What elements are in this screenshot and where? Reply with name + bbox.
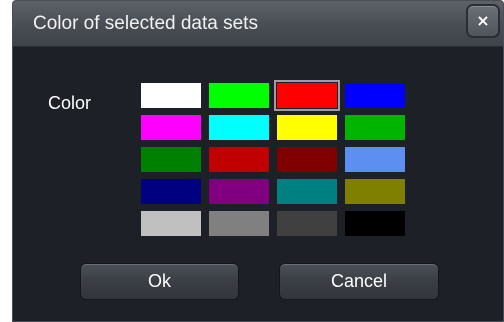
color-swatch-white[interactable]: [141, 83, 201, 108]
color-swatch-green[interactable]: [209, 83, 269, 108]
color-dialog: Color of selected data sets × Color Ok C…: [12, 0, 504, 322]
close-icon: ×: [476, 11, 490, 30]
color-swatch-grid: [141, 80, 409, 239]
color-label: Color: [48, 93, 92, 113]
color-swatch-dark-red[interactable]: [209, 147, 269, 172]
color-swatch-maroon[interactable]: [277, 147, 337, 172]
color-swatch-magenta[interactable]: [141, 115, 201, 140]
close-button[interactable]: ×: [466, 4, 500, 38]
color-swatch-gray[interactable]: [209, 211, 269, 236]
dialog-titlebar[interactable]: Color of selected data sets ×: [13, 1, 503, 47]
color-swatch-medium-green[interactable]: [345, 115, 405, 140]
color-swatch-purple[interactable]: [209, 179, 269, 204]
color-swatch-cornflower-blue[interactable]: [345, 147, 405, 172]
color-swatch-red[interactable]: [274, 80, 340, 111]
color-swatch-blue[interactable]: [345, 83, 405, 108]
color-swatch-teal[interactable]: [277, 179, 337, 204]
ok-button[interactable]: Ok: [80, 263, 239, 300]
color-swatch-yellow[interactable]: [277, 115, 337, 140]
color-swatch-black[interactable]: [345, 211, 405, 236]
color-swatch-dark-gray[interactable]: [277, 211, 337, 236]
color-swatch-olive[interactable]: [345, 179, 405, 204]
color-swatch-navy[interactable]: [141, 179, 201, 204]
color-swatch-cyan[interactable]: [209, 115, 269, 140]
dialog-title: Color of selected data sets: [33, 13, 258, 34]
cancel-button[interactable]: Cancel: [279, 263, 439, 300]
color-swatch-dark-green[interactable]: [141, 147, 201, 172]
color-swatch-light-gray[interactable]: [141, 211, 201, 236]
